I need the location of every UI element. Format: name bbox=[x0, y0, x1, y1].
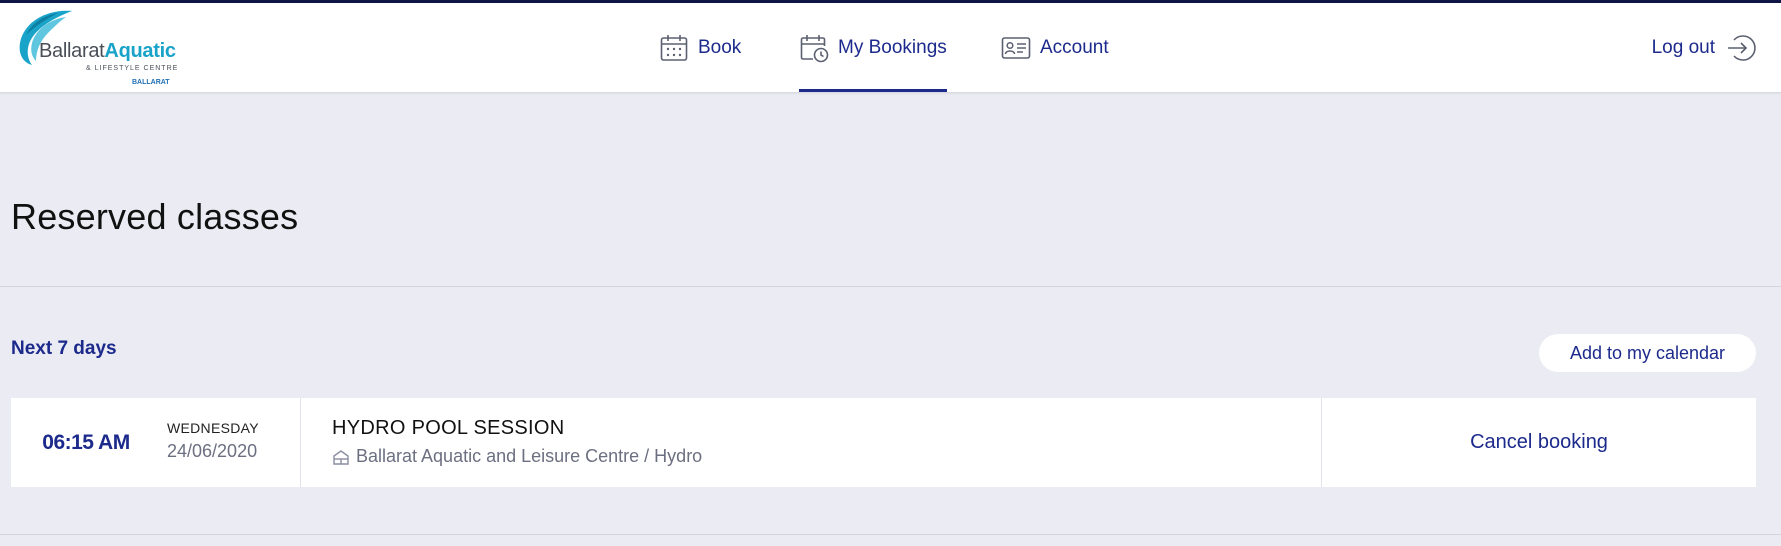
cancel-booking-button[interactable]: Cancel booking bbox=[1322, 398, 1756, 487]
add-to-calendar-button[interactable]: Add to my calendar bbox=[1539, 334, 1756, 372]
bottom-divider bbox=[0, 534, 1781, 535]
booking-location-text: Ballarat Aquatic and Leisure Centre / Hy… bbox=[356, 446, 703, 466]
nav-item-book[interactable]: Book bbox=[659, 3, 741, 92]
logout-button[interactable]: Log out bbox=[1652, 3, 1757, 92]
booking-class-name: HYDRO POOL SESSION bbox=[332, 417, 565, 439]
logout-label: Log out bbox=[1651, 36, 1715, 58]
booking-date: 24/06/2020 bbox=[167, 441, 258, 461]
title-divider bbox=[0, 286, 1781, 287]
booking-time: 06:15 AM bbox=[42, 430, 130, 454]
logout-arrow-icon bbox=[1728, 34, 1756, 61]
nav-item-my-bookings[interactable]: My Bookings bbox=[799, 3, 947, 92]
main-nav: Book My Bookings Account bbox=[0, 3, 1781, 92]
nav-label-my-bookings: My Bookings bbox=[838, 36, 947, 58]
nav-item-account[interactable]: Account bbox=[1001, 3, 1109, 92]
building-icon bbox=[333, 449, 349, 465]
booking-weekday: WEDNESDAY bbox=[167, 420, 259, 436]
calendar-icon bbox=[660, 34, 688, 61]
calendar-clock-icon bbox=[800, 34, 829, 62]
site-header: BallaratAquatic & LIFESTYLE CENTRE BALLA… bbox=[0, 3, 1781, 93]
page-title: Reserved classes bbox=[11, 196, 299, 237]
nav-label-account: Account bbox=[1040, 36, 1109, 58]
booking-divider-left bbox=[300, 398, 301, 487]
booking-card: 06:15 AM WEDNESDAY 24/06/2020 HYDRO POOL… bbox=[11, 398, 1756, 487]
id-card-icon bbox=[1001, 36, 1031, 59]
nav-label-book: Book bbox=[698, 36, 742, 58]
booking-location: Ballarat Aquatic and Leisure Centre / Hy… bbox=[332, 446, 702, 467]
section-label-next-7-days: Next 7 days bbox=[11, 338, 117, 359]
